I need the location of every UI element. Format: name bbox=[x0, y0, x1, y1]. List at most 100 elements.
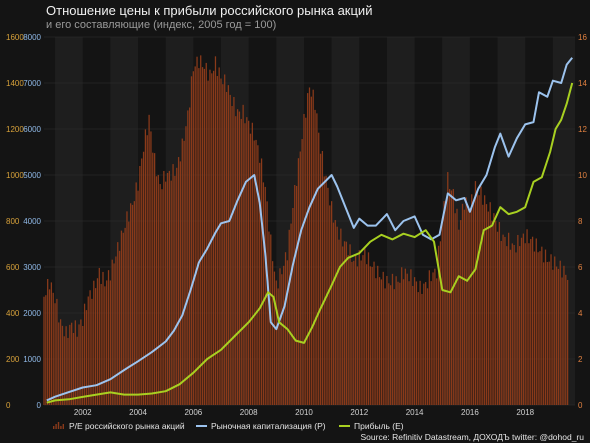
left-inner-tick: 1000 bbox=[23, 355, 41, 364]
right-tick: 0 bbox=[578, 401, 583, 410]
pe-bar bbox=[373, 261, 375, 405]
left-outer-tick: 200 bbox=[6, 355, 20, 364]
pe-bar bbox=[472, 202, 475, 405]
pe-bar bbox=[338, 239, 340, 405]
pe-bar bbox=[74, 320, 76, 405]
pe-bar bbox=[137, 190, 139, 405]
pe-bar bbox=[533, 251, 536, 405]
pe-bar bbox=[555, 266, 558, 405]
pe-bar bbox=[236, 109, 239, 405]
pe-bar bbox=[465, 197, 467, 405]
pe-bar bbox=[528, 243, 530, 405]
pe-bar bbox=[493, 213, 495, 405]
pe-bar bbox=[59, 319, 62, 405]
pe-bar bbox=[388, 283, 390, 405]
pe-bar bbox=[71, 322, 73, 405]
pe-bar bbox=[257, 145, 259, 405]
pe-bar bbox=[165, 181, 167, 405]
pe-bar bbox=[469, 211, 471, 405]
pe-bar bbox=[198, 68, 200, 405]
pe-bar bbox=[519, 246, 521, 405]
pe-bar bbox=[531, 236, 534, 405]
pe-bar bbox=[205, 62, 207, 406]
pe-bar bbox=[157, 174, 159, 405]
pe-bar bbox=[113, 263, 115, 405]
pe-bar bbox=[541, 246, 543, 405]
pe-bar bbox=[430, 281, 432, 405]
pe-bar bbox=[408, 281, 410, 405]
pe-bar bbox=[314, 109, 316, 405]
legend-label-pe: P/E российского рынка акций bbox=[69, 421, 185, 431]
chart: 0 200 400 600 800 1000 1200 1400 1600 0 1000 2000 30… bbox=[6, 33, 587, 442]
legend-swatch-pe bbox=[57, 422, 60, 429]
pe-bar bbox=[349, 244, 351, 405]
pe-bar bbox=[502, 234, 504, 405]
pe-bar bbox=[48, 289, 51, 405]
pe-bar bbox=[52, 292, 54, 405]
pe-bar bbox=[354, 255, 357, 405]
pe-bar bbox=[399, 282, 401, 405]
pe-bar bbox=[249, 133, 252, 405]
pe-bar bbox=[327, 187, 329, 405]
pe-bar bbox=[72, 332, 75, 405]
pe-bar bbox=[307, 93, 309, 405]
pe-bar bbox=[200, 55, 202, 405]
pe-bar bbox=[170, 180, 172, 405]
pe-bar bbox=[323, 176, 325, 405]
pe-bar bbox=[126, 211, 128, 405]
left-inner-tick: 6000 bbox=[23, 125, 41, 134]
pe-bar bbox=[552, 269, 554, 405]
pe-bar bbox=[244, 123, 246, 405]
pe-bar bbox=[268, 231, 270, 405]
x-tick: 2010 bbox=[295, 408, 313, 417]
pe-bar bbox=[279, 268, 281, 405]
pe-bar bbox=[448, 188, 451, 405]
pe-bar bbox=[425, 282, 427, 405]
left-outer-tick: 400 bbox=[6, 309, 20, 318]
pe-bar bbox=[238, 111, 241, 405]
pe-bar bbox=[227, 85, 230, 406]
legend-swatch-pe bbox=[53, 426, 55, 429]
pe-bar bbox=[192, 71, 194, 406]
pe-bar bbox=[231, 106, 233, 405]
pe-bar bbox=[172, 164, 174, 405]
pe-bar bbox=[507, 232, 510, 405]
pe-bar bbox=[345, 241, 348, 405]
pe-bar bbox=[478, 195, 480, 405]
pe-bar bbox=[235, 116, 237, 406]
pe-bar bbox=[325, 175, 327, 405]
pe-bar bbox=[321, 151, 324, 405]
pe-bar bbox=[85, 310, 88, 405]
left-inner-tick: 0 bbox=[37, 401, 42, 410]
pe-bar bbox=[115, 256, 117, 405]
pe-bar bbox=[384, 288, 386, 405]
pe-bar bbox=[454, 213, 456, 405]
pe-bar bbox=[515, 252, 517, 405]
x-tick: 2006 bbox=[184, 408, 202, 417]
left-inner-tick: 7000 bbox=[23, 79, 41, 88]
pe-bar bbox=[128, 221, 130, 405]
pe-bar bbox=[155, 176, 158, 405]
pe-bar bbox=[290, 223, 292, 405]
pe-bar bbox=[294, 184, 296, 405]
pe-bar bbox=[548, 261, 550, 405]
pe-bar bbox=[330, 201, 333, 405]
pe-bar bbox=[447, 172, 449, 405]
pe-bar bbox=[509, 249, 512, 405]
pe-bar bbox=[546, 262, 548, 405]
pe-bar bbox=[146, 135, 148, 405]
pe-bar bbox=[342, 246, 344, 405]
pe-bar bbox=[275, 280, 277, 405]
pe-bar bbox=[495, 220, 497, 405]
pe-bar bbox=[104, 286, 106, 405]
pe-bar bbox=[176, 167, 178, 405]
pe-bar bbox=[364, 247, 366, 405]
pe-bar bbox=[356, 266, 359, 405]
pe-bar bbox=[412, 285, 414, 405]
pe-bar bbox=[225, 91, 228, 405]
pe-bar bbox=[395, 276, 397, 405]
pe-bar bbox=[148, 114, 150, 406]
pe-bar bbox=[421, 293, 423, 405]
pe-bar bbox=[432, 272, 434, 405]
pe-bar bbox=[301, 139, 303, 405]
